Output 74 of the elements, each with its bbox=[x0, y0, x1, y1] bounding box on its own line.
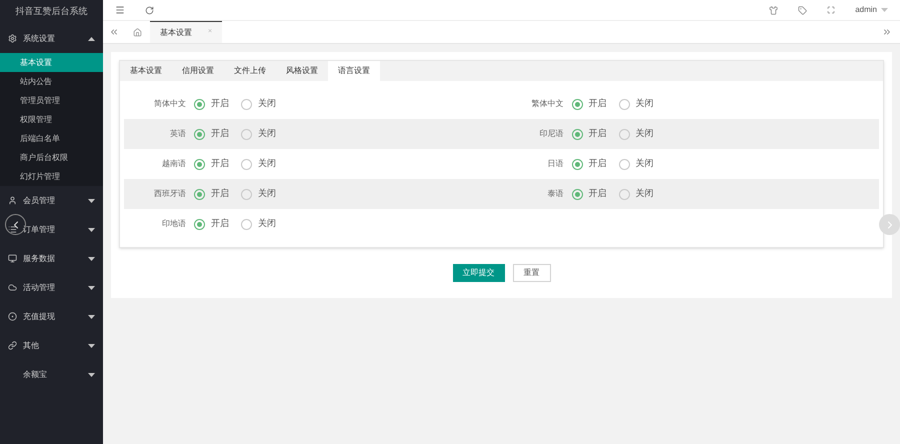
reset-button[interactable]: 重置 bbox=[512, 264, 550, 282]
gear-icon bbox=[8, 34, 17, 43]
caret-icon bbox=[88, 36, 95, 40]
nav-group[interactable]: 会员管理 bbox=[0, 186, 103, 215]
radio-option[interactable]: 开启 bbox=[572, 127, 606, 141]
user-menu[interactable]: admin bbox=[855, 4, 888, 16]
form-tab[interactable]: 信用设置 bbox=[172, 61, 224, 81]
nav-item[interactable]: 幻灯片管理 bbox=[0, 167, 103, 186]
shirt-icon[interactable] bbox=[769, 6, 778, 14]
nav-group[interactable]: 充值提现 bbox=[0, 302, 103, 331]
radio-option[interactable]: 关闭 bbox=[241, 127, 276, 141]
radio-option[interactable]: 关闭 bbox=[241, 217, 276, 231]
field-label: 印尼语 bbox=[538, 128, 564, 140]
caret-icon bbox=[88, 314, 95, 318]
radio-option[interactable]: 开启 bbox=[194, 217, 229, 231]
home-icon[interactable] bbox=[133, 28, 142, 36]
radio-option[interactable]: 关闭 bbox=[618, 127, 654, 141]
form-tab[interactable]: 风格设置 bbox=[276, 61, 328, 81]
app-title: 抖音互赞后台系统 bbox=[14, 5, 88, 18]
radio-option[interactable]: 关闭 bbox=[618, 157, 654, 171]
radio-option[interactable]: 开启 bbox=[194, 127, 229, 141]
nav-group[interactable]: 其他 bbox=[0, 331, 103, 360]
user-icon bbox=[8, 196, 17, 205]
caret-icon bbox=[88, 198, 95, 202]
menu-icon[interactable] bbox=[115, 5, 125, 15]
radio-option[interactable]: 开启 bbox=[194, 157, 229, 171]
caret-icon bbox=[88, 372, 95, 376]
scroll-right-icon[interactable] bbox=[882, 27, 892, 37]
field-label: 西班牙语 bbox=[153, 188, 187, 200]
tag-icon[interactable] bbox=[798, 6, 808, 14]
nav-group[interactable]: 活动管理 bbox=[0, 273, 103, 302]
field-label: 英语 bbox=[169, 128, 187, 140]
cloud-icon bbox=[8, 283, 17, 292]
nav-item[interactable]: 后端白名单 bbox=[0, 129, 103, 148]
radio-option[interactable]: 开启 bbox=[194, 187, 229, 201]
refresh-icon[interactable] bbox=[145, 6, 154, 14]
field-label: 日语 bbox=[546, 158, 564, 170]
field-label: 简体中文 bbox=[153, 98, 187, 110]
nav-item[interactable]: 站内公告 bbox=[0, 72, 103, 91]
nav-item[interactable]: 基本设置 bbox=[0, 53, 103, 72]
radio-option[interactable]: 开启 bbox=[572, 157, 606, 171]
monitor-icon bbox=[8, 254, 17, 263]
caret-icon bbox=[88, 344, 95, 348]
nav-item[interactable]: 商户后台权限 bbox=[0, 148, 103, 167]
nav-group[interactable]: 余额宝 bbox=[0, 360, 103, 389]
nav-group[interactable]: 服务数据 bbox=[0, 244, 103, 273]
caret-icon bbox=[88, 286, 95, 290]
caret-icon bbox=[88, 256, 95, 260]
nav-item[interactable]: 管理员管理 bbox=[0, 91, 103, 110]
field-label: 越南语 bbox=[161, 158, 187, 170]
radio-option[interactable]: 关闭 bbox=[241, 187, 276, 201]
form-tab[interactable]: 语言设置 bbox=[328, 61, 380, 81]
radio-option[interactable]: 关闭 bbox=[241, 157, 276, 171]
radio-option[interactable]: 开启 bbox=[572, 97, 606, 111]
field-label: 繁体中文 bbox=[530, 98, 564, 110]
field-label: 泰语 bbox=[546, 188, 564, 200]
nav-group[interactable]: 系统设置 bbox=[0, 24, 103, 53]
radio-option[interactable]: 关闭 bbox=[618, 187, 654, 201]
form-tab[interactable]: 基本设置 bbox=[120, 61, 172, 81]
nav-item[interactable]: 权限管理 bbox=[0, 110, 103, 129]
caret-icon bbox=[881, 8, 888, 12]
field-label: 印地语 bbox=[161, 218, 187, 230]
list-icon bbox=[8, 225, 17, 234]
form-tab[interactable]: 文件上传 bbox=[224, 61, 276, 81]
caret-icon bbox=[88, 228, 95, 232]
radio-option[interactable]: 关闭 bbox=[618, 97, 654, 111]
fullscreen-icon[interactable] bbox=[827, 6, 836, 14]
link-icon bbox=[8, 341, 17, 350]
submit-button[interactable]: 立即提交 bbox=[452, 264, 504, 282]
radio-option[interactable]: 开启 bbox=[194, 97, 229, 111]
target-icon bbox=[8, 312, 17, 321]
radio-option[interactable]: 开启 bbox=[572, 187, 606, 201]
scroll-left-icon[interactable] bbox=[109, 27, 119, 37]
radio-option[interactable]: 关闭 bbox=[241, 97, 276, 111]
